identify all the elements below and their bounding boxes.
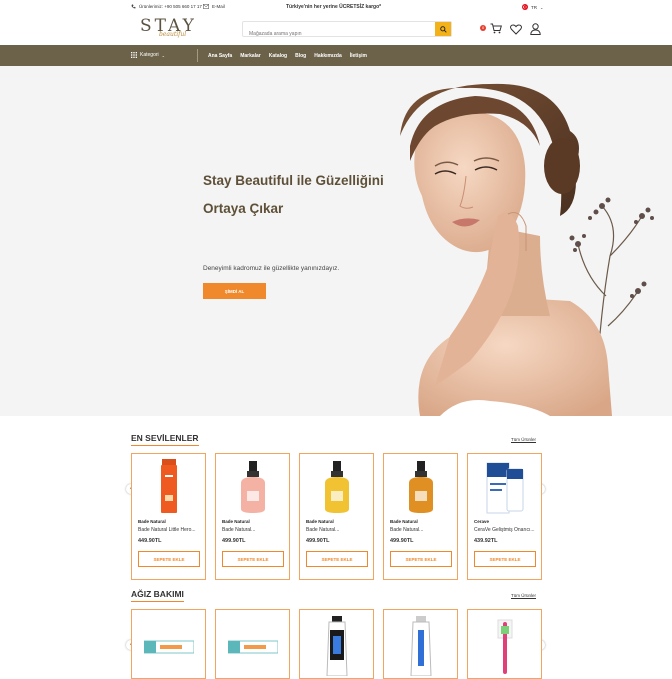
logo-sub: beautiful — [159, 31, 187, 38]
grid-icon — [131, 52, 137, 58]
product-price: 499.90TL — [222, 538, 246, 544]
nav-link-catalog[interactable]: Katalog — [269, 53, 287, 59]
add-to-cart-button[interactable]: SEPETE EKLE — [474, 551, 536, 567]
product-card[interactable] — [467, 609, 542, 679]
search-input[interactable] — [243, 27, 423, 41]
all-products-link-2[interactable]: Tüm Ürünler — [511, 593, 536, 598]
search-bar — [242, 21, 452, 41]
phone-info[interactable]: Ürünlerimiz: +90 505 660 17 17 — [131, 4, 202, 9]
product-brand: Cerave — [474, 519, 490, 524]
product-card[interactable]: Cerave CeraVe Geliştmiş Onarıcı... 439.9… — [467, 453, 542, 580]
chevron-down-icon: ⌄ — [540, 4, 544, 10]
add-to-cart-button[interactable]: SEPETE EKLE — [306, 551, 368, 567]
phone-text: Ürünlerimiz: +90 505 660 17 17 — [139, 4, 202, 9]
user-icon[interactable] — [530, 23, 541, 35]
product-card[interactable] — [299, 609, 374, 679]
product-card[interactable] — [131, 609, 206, 679]
language-selector[interactable]: TR ⌄ — [522, 4, 543, 10]
product-card[interactable]: Bade Natural Bade Natural Little Hero...… — [131, 453, 206, 580]
chevron-down-icon: ⌄ — [161, 52, 165, 58]
add-to-cart-button[interactable]: SEPETE EKLE — [138, 551, 200, 567]
product-name[interactable]: CeraVe Geliştmiş Onarıcı... — [474, 527, 539, 533]
product-card[interactable]: Bade Natural Bade Natural... 499.90TL SE… — [299, 453, 374, 580]
cart-button[interactable]: 0 — [480, 23, 502, 35]
product-name[interactable]: Bade Natural... — [390, 527, 455, 533]
product-brand: Bade Natural — [222, 519, 250, 524]
category-menu-button[interactable]: Kategori ⌄ — [131, 52, 165, 58]
shipping-notice: Türkiye'nin her yerine ÜCRETSİZ kargo* — [286, 4, 382, 10]
serum-bottle-image — [408, 461, 433, 513]
product-card[interactable] — [215, 609, 290, 679]
serum-bottle-image — [240, 461, 265, 513]
section-title-favorites: EN SEVİLENLER — [131, 433, 199, 446]
cart-icon — [490, 23, 502, 34]
main-navbar: Kategori ⌄ Ana Sayfa Markalar Katalog Bl… — [0, 45, 672, 66]
cart-count-badge: 0 — [480, 25, 487, 31]
section-title-oral-care: AĞIZ BAKIMI — [131, 589, 184, 602]
product-brand: Bade Natural — [138, 519, 166, 524]
category-label: Kategori — [140, 52, 159, 58]
hero-model-image — [400, 83, 654, 416]
add-to-cart-button[interactable]: SEPETE EKLE — [390, 551, 452, 567]
product-image — [300, 457, 373, 517]
product-name[interactable]: Bade Natural... — [306, 527, 371, 533]
toothbrush-image — [497, 619, 513, 674]
toothpaste-tube-image — [326, 616, 348, 676]
heart-icon[interactable] — [510, 23, 522, 35]
serum-bottle-image — [324, 461, 349, 513]
email-text: E-Mail — [212, 4, 225, 9]
nav-links: Ana Sayfa Markalar Katalog Blog Hakkımız… — [208, 53, 367, 59]
product-brand: Bade Natural — [390, 519, 418, 524]
product-name[interactable]: Bade Natural Little Hero... — [138, 527, 203, 533]
toothpaste-box-image — [228, 640, 278, 654]
product-name[interactable]: Bade Natural... — [222, 527, 287, 533]
hero-title: Stay Beautiful ile Güzelliğini Ortaya Çı… — [203, 173, 384, 216]
product-image — [216, 457, 289, 517]
hero-banner: Stay Beautiful ile Güzelliğini Ortaya Çı… — [0, 66, 672, 416]
product-image — [468, 457, 541, 517]
mail-icon — [203, 4, 209, 9]
product-card[interactable]: Bade Natural Bade Natural... 499.90TL SE… — [215, 453, 290, 580]
all-products-link-1[interactable]: Tüm Ürünler — [511, 437, 536, 442]
search-button[interactable] — [435, 22, 451, 36]
product-image — [132, 457, 205, 517]
shop-now-button[interactable]: ŞİMDİ AL — [203, 283, 266, 299]
nav-link-blog[interactable]: Blog — [295, 53, 306, 59]
product-card[interactable] — [383, 609, 458, 679]
email-info[interactable]: E-Mail — [203, 4, 225, 9]
add-to-cart-button[interactable]: SEPETE EKLE — [222, 551, 284, 567]
product-price: 499.90TL — [390, 538, 414, 544]
phone-icon — [131, 4, 136, 9]
nav-link-home[interactable]: Ana Sayfa — [208, 53, 232, 59]
logo[interactable]: STAY beautiful — [140, 18, 200, 44]
product-price: 439.92TL — [474, 538, 498, 544]
top-bar: Ürünlerimiz: +90 505 660 17 17 E-Mail Tü… — [0, 0, 672, 14]
product-price: 449.90TL — [138, 538, 162, 544]
nav-divider — [197, 49, 198, 62]
nav-link-contact[interactable]: İletişim — [350, 53, 367, 59]
toothpaste-tube-image — [410, 616, 432, 676]
hero-subtitle: Deneyimli kadromuz ile güzellikte yanını… — [203, 265, 340, 272]
product-brand: Bade Natural — [306, 519, 334, 524]
nav-link-brands[interactable]: Markalar — [240, 53, 261, 59]
product-price: 499.90TL — [306, 538, 330, 544]
product-card[interactable]: Bade Natural Bade Natural... 499.90TL SE… — [383, 453, 458, 580]
header: STAY beautiful 0 — [0, 14, 672, 45]
search-icon — [439, 25, 447, 33]
toothpaste-box-image — [144, 640, 194, 654]
product-image — [384, 457, 457, 517]
nav-link-about[interactable]: Hakkımızda — [314, 53, 342, 59]
language-label: TR — [531, 4, 537, 10]
sunscreen-bottle-image — [160, 459, 177, 513]
cream-box-image — [486, 462, 523, 514]
header-icons: 0 — [480, 23, 541, 35]
turkey-flag-icon — [522, 4, 528, 10]
